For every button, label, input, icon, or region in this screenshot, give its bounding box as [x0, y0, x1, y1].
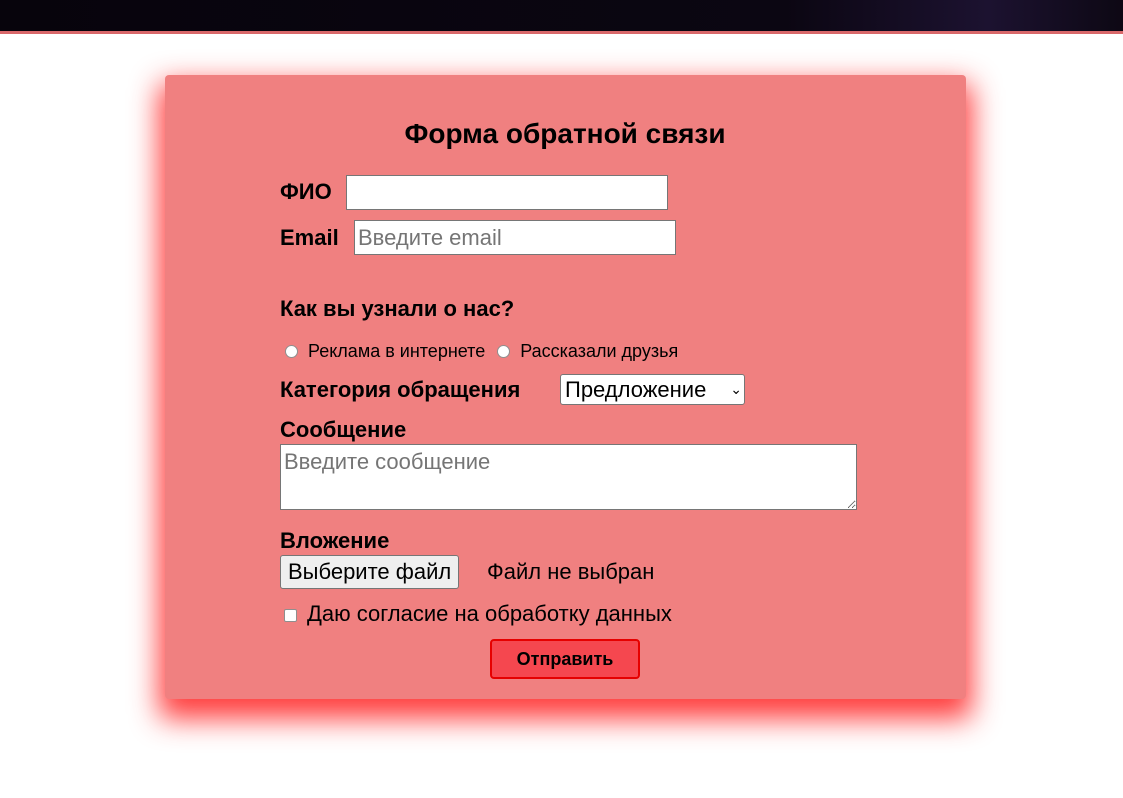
file-status-text: Файл не выбран: [487, 559, 655, 584]
message-label: Сообщение: [280, 417, 407, 442]
radio-friends-label[interactable]: Рассказали друзья: [520, 341, 678, 362]
category-select[interactable]: Предложение ⌄: [560, 374, 745, 405]
chevron-down-icon: ⌄: [730, 381, 742, 397]
source-radio-group: Реклама в интернете Рассказали друзья: [285, 340, 690, 362]
email-label: Email: [280, 225, 339, 250]
attachment-label: Вложение: [280, 528, 390, 553]
fio-input[interactable]: [346, 175, 668, 210]
radio-internet-ad[interactable]: [285, 344, 298, 358]
submit-button[interactable]: Отправить: [490, 639, 640, 679]
fio-label: ФИО: [280, 179, 332, 204]
choose-file-button[interactable]: Выберите файл: [280, 555, 460, 589]
top-banner-border: [0, 31, 1123, 34]
source-question: Как вы узнали о нас?: [280, 296, 515, 321]
radio-friends[interactable]: [497, 344, 511, 358]
email-input[interactable]: [354, 220, 676, 255]
radio-internet-ad-label[interactable]: Реклама в интернете: [308, 341, 485, 362]
category-selected-value: Предложение: [565, 377, 707, 402]
form-title: Форма обратной связи: [404, 118, 726, 149]
consent-checkbox[interactable]: [284, 609, 297, 622]
category-label: Категория обращения: [280, 377, 521, 402]
message-textarea[interactable]: [280, 444, 857, 510]
consent-label[interactable]: Даю согласие на обработку данных: [307, 601, 672, 627]
top-banner: [0, 0, 1123, 31]
